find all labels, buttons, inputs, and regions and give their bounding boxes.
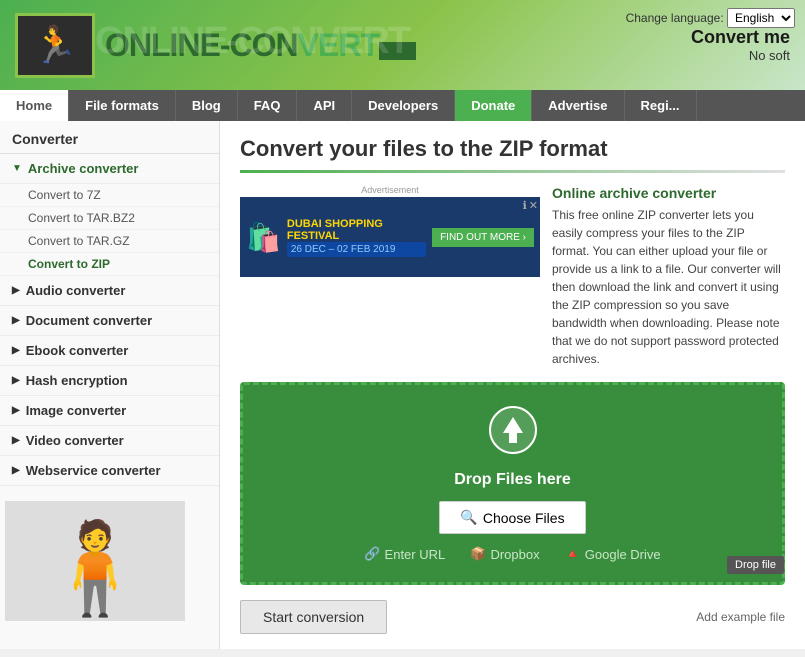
dropbox-label: Dropbox [490,547,539,562]
language-selector-area: Change language: English [626,8,795,28]
sidebar-ebook-label: Ebook converter [26,343,129,358]
drop-zone[interactable]: Drop Files here 🔍 Choose Files 🔗 Enter U… [240,382,785,585]
header-nosoft-text: No soft [691,48,790,63]
sidebar-item-document-converter[interactable]: ▶ Document converter [0,306,219,336]
nav-file-formats[interactable]: File formats [69,90,176,121]
ad-description-section: Advertisement 🛍️ DUBAI SHOPPING FESTIVAL… [240,185,785,368]
sidebar-sub-targz[interactable]: Convert to TAR.GZ [0,230,219,253]
sidebar-image-label: Image converter [26,403,126,418]
logo-dotcom: .com [379,42,416,60]
logo-area: 🏃 ONLINE-CONVERT.com [15,13,416,78]
dropbox-icon: 📦 [470,546,486,562]
sidebar-video-label: Video converter [26,433,124,448]
main-layout: Converter ▼ Archive converter Convert to… [0,121,805,649]
drop-file-tooltip: Drop file [727,556,784,574]
add-example-link[interactable]: Add example file [696,610,785,624]
ad-label: Advertisement [240,185,540,195]
sidebar-sub-tarbz2[interactable]: Convert to TAR.BZ2 [0,207,219,230]
google-drive-label: Google Drive [585,547,661,562]
sidebar-audio-label: Audio converter [26,283,126,298]
header-convert-text: Convert me [691,27,790,48]
header-right: Convert me No soft [691,27,790,63]
sidebar-hash-label: Hash encryption [26,373,128,388]
sidebar-webservice-label: Webservice converter [26,463,161,478]
enter-url-link[interactable]: 🔗 Enter URL [364,546,445,562]
ad-close-button[interactable]: ✕ [529,199,538,212]
bottom-actions: Start conversion Add example file [240,600,785,634]
dropbox-link[interactable]: 📦 Dropbox [470,546,539,562]
nav-api[interactable]: API [297,90,352,121]
archive-desc-title: Online archive converter [552,185,785,201]
archive-description: Online archive converter This free onlin… [552,185,785,368]
sidebar-item-image-converter[interactable]: ▶ Image converter [0,396,219,426]
ad-close-area: ℹ ✕ [523,199,538,212]
drop-text: Drop Files here [263,471,762,489]
language-select[interactable]: English [727,8,795,28]
ad-bag-icon: 🛍️ [246,221,281,254]
upload-icon [263,405,762,465]
arrow-right-icon-hash: ▶ [12,375,20,386]
choose-files-label: Choose Files [483,510,565,526]
sidebar-sub-zip[interactable]: Convert to ZIP [0,253,219,276]
sidebar-bottom-image-area: 🧍 [0,496,219,626]
logo-text-part1: ONLINE-CON [105,27,298,63]
ad-text-block: DUBAI SHOPPING FESTIVAL 26 DEC – 02 FEB … [287,218,426,257]
ad-brand-text: DUBAI SHOPPING FESTIVAL [287,218,426,242]
nav-home[interactable]: Home [0,90,69,121]
enter-url-label: Enter URL [385,547,446,562]
sidebar-item-video-converter[interactable]: ▶ Video converter [0,426,219,456]
start-conversion-button[interactable]: Start conversion [240,600,387,634]
link-icon: 🔗 [364,546,380,562]
drop-links: 🔗 Enter URL 📦 Dropbox 🔺 Google Drive [263,546,762,562]
title-underline [240,170,785,173]
sidebar-promo-image: 🧍 [5,501,185,621]
nav-donate[interactable]: Donate [455,90,532,121]
arrow-right-icon-web: ▶ [12,465,20,476]
arrow-right-icon-video: ▶ [12,435,20,446]
arrow-right-icon-image: ▶ [12,405,20,416]
logo-text-part2: VERT [298,27,379,63]
change-language-label: Change language: [626,11,724,25]
logo-box: 🏃 [15,13,95,78]
sidebar-item-archive-converter[interactable]: ▼ Archive converter [0,154,219,184]
arrow-right-icon-doc: ▶ [12,315,20,326]
logo-text-area: ONLINE-CONVERT.com [105,27,416,64]
nav-blog[interactable]: Blog [176,90,238,121]
archive-desc-text: This free online ZIP converter lets you … [552,206,785,368]
sidebar-sub-7z[interactable]: Convert to 7Z [0,184,219,207]
nav-faq[interactable]: FAQ [238,90,298,121]
sidebar-item-audio-converter[interactable]: ▶ Audio converter [0,276,219,306]
sidebar-item-hash-encryption[interactable]: ▶ Hash encryption [0,366,219,396]
nav-advertise[interactable]: Advertise [532,90,624,121]
ad-container: Advertisement 🛍️ DUBAI SHOPPING FESTIVAL… [240,185,540,368]
sidebar-document-label: Document converter [26,313,152,328]
ad-banner[interactable]: 🛍️ DUBAI SHOPPING FESTIVAL 26 DEC – 02 F… [240,197,540,277]
main-content: Convert your files to the ZIP format Adv… [220,121,805,649]
nav-register[interactable]: Regi... [625,90,697,121]
sidebar-person-icon: 🧍 [39,516,151,621]
logo-figure-icon: 🏃 [33,27,78,63]
sidebar-item-ebook-converter[interactable]: ▶ Ebook converter [0,336,219,366]
page-title: Convert your files to the ZIP format [240,136,785,162]
nav-developers[interactable]: Developers [352,90,455,121]
ad-cta-button[interactable]: FIND OUT MORE › [432,228,534,247]
arrow-down-icon: ▼ [12,163,22,174]
header: Change language: English ONLINE-CONVERT … [0,0,805,90]
ad-info-button[interactable]: ℹ [523,199,527,212]
ad-banner-inner: 🛍️ DUBAI SHOPPING FESTIVAL 26 DEC – 02 F… [246,218,534,257]
sidebar-item-webservice-converter[interactable]: ▶ Webservice converter [0,456,219,486]
choose-files-button[interactable]: 🔍 Choose Files [439,501,585,534]
ad-date-text: 26 DEC – 02 FEB 2019 [287,242,426,257]
drive-icon: 🔺 [565,546,581,562]
main-nav: Home File formats Blog FAQ API Developer… [0,90,805,121]
arrow-right-icon-audio: ▶ [12,285,20,296]
sidebar-title: Converter [0,121,219,154]
google-drive-link[interactable]: 🔺 Google Drive [565,546,661,562]
sidebar-archive-label: Archive converter [28,161,139,176]
sidebar: Converter ▼ Archive converter Convert to… [0,121,220,649]
logo-title: ONLINE-CONVERT.com [105,27,416,63]
search-icon: 🔍 [460,509,477,526]
arrow-right-icon-ebook: ▶ [12,345,20,356]
